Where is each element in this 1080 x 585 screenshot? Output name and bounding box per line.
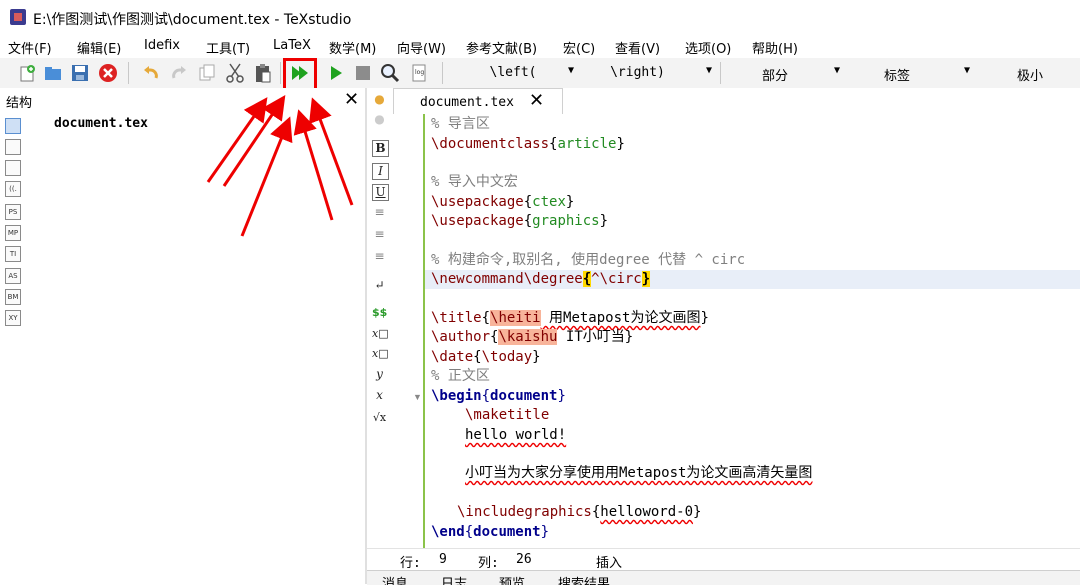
section-value: 部分 [761,69,788,84]
align-right-icon[interactable]: ≡ [372,249,387,264]
chevron-down-icon: ▼ [963,65,970,76]
menu-bibliography[interactable]: 参考文献(B) [466,38,537,57]
code-line: \includegraphics{helloword-0} [457,504,702,520]
code-line: 小叮当为大家分享使用用Metapost为论文画高清矢量图 [465,465,813,481]
newline-icon[interactable]: ↵ [372,278,387,293]
code-line: \date{\today} [431,349,541,365]
left-delimiter-combo[interactable]: \left( ▼ [468,60,574,86]
label-combo[interactable]: 标签 ▼ [852,60,970,86]
display-math-icon[interactable]: $$ [372,305,387,320]
row-value: 9 [439,552,447,567]
xymatrix-icon[interactable]: XY [5,310,21,326]
arrow-5 [309,97,354,206]
code-line: \maketitle [465,407,550,423]
code-line: \end{document} [431,524,550,540]
subscript-icon[interactable]: x□ [372,326,389,341]
bookmark-sun-icon[interactable]: ● [372,92,387,107]
sqrt-icon[interactable]: √x [372,410,387,425]
right-delimiter-value: \right) [610,65,665,80]
code-line: \author{\kaishu IT小叮当} [431,329,634,345]
tab-preview[interactable]: 预览 [499,573,525,585]
svg-text:log: log [415,69,424,76]
col-label: 列: [478,556,499,571]
code-line: % 构建命令,取别名, 使用degree 代替 ^ circ [431,252,746,268]
tab-label: document.tex [420,95,514,110]
chevron-down-icon: ▼ [567,65,574,76]
right-delimiter-combo[interactable]: \right) ▼ [590,60,712,86]
label-value: 标签 [883,69,910,84]
asymptote-icon[interactable]: AS [5,268,21,284]
dfrac-icon[interactable]: x [372,388,387,403]
code-line: \usepackage{ctex} [431,194,575,210]
code-line: \documentclass{article} [431,136,625,152]
arrow-3 [240,116,293,237]
code-line: \title{\heiti 用Metapost为论文画图} [431,310,709,326]
editor-tab-bar: document.tex ✕ [393,88,1080,115]
beamer-icon[interactable]: BM [5,289,21,305]
code-line: % 导入中文宏 [431,174,518,190]
bookmark-icon[interactable]: ● [372,112,387,127]
bold-icon[interactable]: B [372,140,389,157]
fraction-icon[interactable]: y [372,367,387,382]
insert-mode[interactable]: 插入 [596,552,622,571]
close-icon[interactable]: ✕ [529,90,544,111]
size-value: 极小 [1016,69,1043,84]
view-pdf-icon[interactable] [379,62,401,84]
fold-marker-icon[interactable]: ▼ [413,392,422,402]
underline-icon[interactable]: U [372,184,389,201]
chevron-down-icon: ▼ [705,65,712,76]
tab-document-tex[interactable]: document.tex ✕ [393,88,563,115]
align-center-icon[interactable]: ≡ [372,227,387,242]
menu-options[interactable]: 选项(O) [685,38,731,57]
menu-help[interactable]: 帮助(H) [752,38,798,57]
superscript-icon[interactable]: x□ [372,346,389,361]
left-delimiter-value: \left( [489,65,537,80]
size-combo[interactable]: 极小 [990,60,1070,86]
code-line: hello world! [465,427,567,443]
bottom-panel-tabs: 消息 日志 预览 搜索结果 [367,570,1080,585]
tab-search-results[interactable]: 搜索结果 [558,573,610,585]
menu-macros[interactable]: 宏(C) [563,38,595,57]
toolbar-separator [720,62,721,84]
col-value: 26 [516,552,532,567]
align-left-icon[interactable]: ≡ [372,205,387,220]
toolbar-separator [442,62,443,84]
format-strip: ● ● B I U ≡ ≡ ≡ ↵ $$ x□ x□ y x √x [367,88,393,548]
code-line: \newcommand\degree{^\circ} [431,271,651,287]
section-combo[interactable]: 部分 ▼ [740,60,840,86]
italic-icon[interactable]: I [372,163,389,180]
code-editor[interactable]: % 导言区 \documentclass{article} % 导入中文宏 \u… [425,114,1080,548]
code-line: \usepackage{graphics} [431,213,609,229]
code-line: \begin{document} [431,388,566,404]
code-line: % 正文区 [431,368,490,384]
tab-log[interactable]: 日志 [441,573,467,585]
row-label: 行: [400,556,421,571]
menu-view[interactable]: 查看(V) [615,38,660,57]
menu-wizards[interactable]: 向导(W) [397,38,446,57]
arrow-2 [222,95,286,187]
chevron-down-icon: ▼ [833,65,840,76]
arrow-4 [293,109,334,221]
annotation-arrows [206,95,354,237]
tab-messages[interactable]: 消息 [382,573,408,585]
line-gutter [393,114,423,548]
code-line: % 导言区 [431,116,490,132]
status-bar: 行: 9 列: 26 插入 [367,548,1080,571]
view-log-icon[interactable]: log [408,62,430,84]
